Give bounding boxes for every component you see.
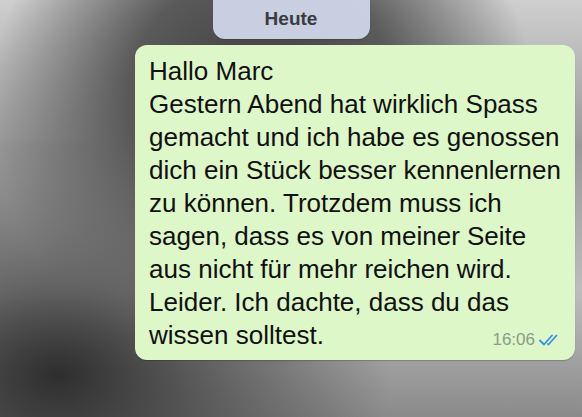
message-line: Leider. Ich dachte, dass du das xyxy=(149,286,561,319)
message-line: aus nicht für mehr reichen wird. xyxy=(149,253,561,286)
message-line: sagen, dass es von meiner Seite xyxy=(149,220,561,253)
message-line: dich ein Stück besser kennenlernen xyxy=(149,154,561,187)
read-receipt-icon xyxy=(539,333,561,347)
date-label: Heute xyxy=(213,0,370,39)
message-line: gemacht und ich habe es genossen xyxy=(149,121,561,154)
message-time: 16:06 xyxy=(492,330,535,350)
message-line: Gestern Abend hat wirklich Spass xyxy=(149,88,561,121)
chat-background: Heute Hallo MarcGestern Abend hat wirklic… xyxy=(0,0,582,417)
message-line: zu können. Trotzdem muss ich xyxy=(149,187,561,220)
message-line: Hallo Marc xyxy=(149,55,561,88)
message-meta: 16:06 xyxy=(492,330,561,352)
message-bubble[interactable]: Hallo MarcGestern Abend hat wirklich Spa… xyxy=(135,45,575,360)
message-line: wissen solltest. xyxy=(149,319,324,352)
